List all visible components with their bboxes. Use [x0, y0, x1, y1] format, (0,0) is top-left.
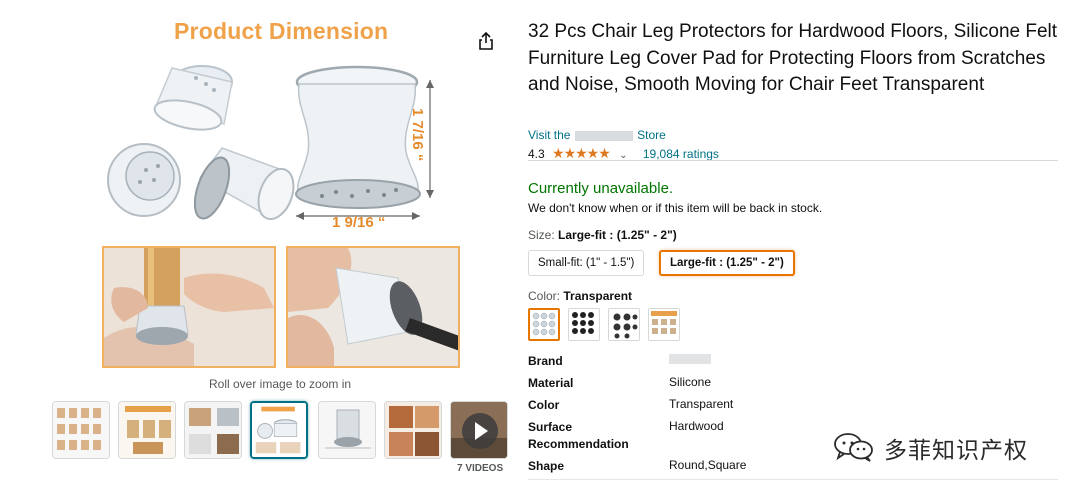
- rating-value: 4.3: [528, 147, 545, 161]
- size-selected-value: Large-fit : (1.25" - 2"): [558, 228, 677, 242]
- availability-note: We don't know when or if this item will …: [528, 201, 823, 215]
- spec-value: Silicone: [669, 375, 712, 389]
- swatch-mixed[interactable]: [648, 308, 680, 341]
- video-thumbnail[interactable]: [450, 401, 508, 459]
- thumbnail-5[interactable]: [318, 401, 376, 459]
- play-icon: [475, 422, 488, 440]
- spec-key: Brand: [528, 354, 563, 368]
- small-cup-1: [153, 65, 233, 131]
- product-title: 32 Pcs Chair Leg Protectors for Hardwood…: [528, 21, 1058, 95]
- thumbnail-1[interactable]: [52, 401, 110, 459]
- thumbnail-6[interactable]: [384, 401, 442, 459]
- usage-photo-2: [286, 246, 460, 368]
- store-name-redacted: [574, 130, 633, 141]
- spec-value: Round,Square: [669, 458, 747, 472]
- store-suffix: Store: [637, 128, 666, 142]
- spec-key: Surface Recommendation: [528, 420, 629, 451]
- video-count-label: 7 VIDEOS: [457, 463, 504, 474]
- size-label: Size: Large-fit : (1.25" - 2"): [528, 228, 677, 242]
- store-prefix: Visit the: [528, 128, 571, 142]
- size-option-large-fit[interactable]: Large-fit : (1.25" - 2"): [659, 250, 795, 276]
- small-cup-3: [193, 147, 295, 221]
- watermark-text: 多菲知识产权: [884, 438, 1028, 464]
- spec-key: Material: [528, 376, 574, 390]
- share-icon[interactable]: [476, 31, 496, 51]
- divider: [528, 479, 1058, 480]
- swatch-black-b[interactable]: [608, 308, 640, 341]
- spec-key: Shape: [528, 459, 565, 473]
- spec-key: Color: [528, 398, 560, 412]
- divider: [528, 160, 1058, 161]
- color-label-text: Color:: [528, 289, 561, 303]
- color-selected-value: Transparent: [563, 289, 633, 303]
- spec-value: Hardwood: [669, 419, 724, 433]
- size-label-text: Size:: [528, 228, 555, 242]
- height-dimension-label: 1 7/16 “: [409, 108, 426, 162]
- usage-photo-1: [102, 246, 276, 368]
- swatch-black-a[interactable]: [568, 308, 600, 341]
- dimension-heading: Product Dimension: [174, 18, 389, 44]
- thumbnail-2[interactable]: [118, 401, 176, 459]
- zoom-hint: Roll over image to zoom in: [209, 377, 352, 391]
- spec-value: Transparent: [669, 397, 734, 411]
- availability-status: Currently unavailable.: [528, 180, 674, 197]
- width-dimension-label: 1 9/16 “: [332, 214, 386, 231]
- thumbnail-4[interactable]: [250, 401, 308, 459]
- size-option-small-fit[interactable]: Small-fit: (1" - 1.5"): [528, 250, 645, 276]
- ratings-count-link[interactable]: 19,084 ratings: [643, 147, 719, 161]
- small-cup-2: [107, 143, 181, 217]
- large-cup: [295, 65, 421, 209]
- thumbnail-3[interactable]: [184, 401, 242, 459]
- store-link[interactable]: Visit the Store: [528, 128, 666, 142]
- color-label: Color: Transparent: [528, 289, 632, 303]
- brand-value-redacted: [669, 354, 711, 364]
- wechat-logo-icon: [834, 433, 873, 462]
- rating-stars-icon[interactable]: ★★★★★: [552, 145, 611, 161]
- main-product-image[interactable]: Product Dimension 1 9/16 “ 1 7/16 “: [96, 8, 468, 370]
- swatch-transparent[interactable]: [528, 308, 560, 341]
